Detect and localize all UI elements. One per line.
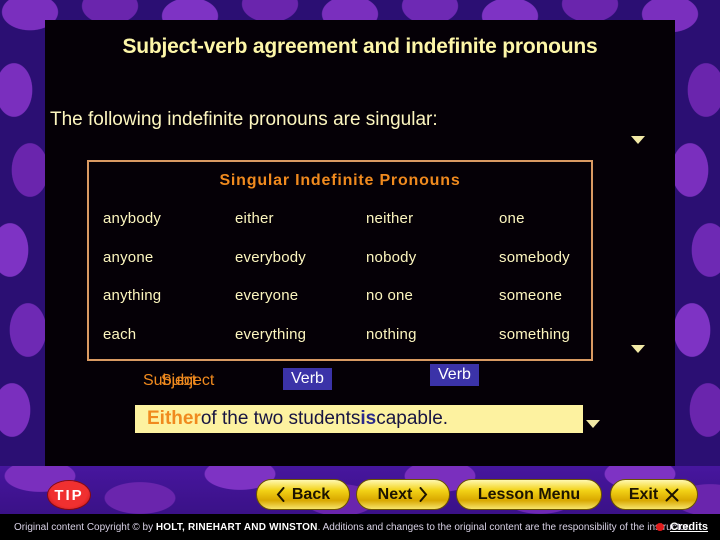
table-cell: somebody [499,249,570,266]
table-cell: either [235,210,274,227]
table-row: anything everyone no one someone [89,287,591,326]
close-icon [665,488,679,501]
verb-label-a: Verb [283,368,332,390]
example-annotation-labels: Subject Subject Verb Verb [45,364,675,404]
table-title: Singular Indefinite Pronouns [219,172,461,189]
next-button[interactable]: Next [356,479,450,510]
singular-indefinite-pronouns-table: Singular Indefinite Pronouns anybody eit… [87,160,593,361]
table-row: each everything nothing something [89,326,591,365]
advance-marker-2[interactable] [631,345,645,353]
back-button[interactable]: Back [256,479,350,510]
advance-marker-1[interactable] [631,136,645,144]
chevron-left-icon [276,487,285,502]
copyright-suffix: . Additions and changes to the original … [317,521,691,533]
lesson-menu-button[interactable]: Lesson Menu [456,479,602,510]
tip-badge[interactable]: TIP [48,481,90,509]
credits-link[interactable]: Credits [670,521,708,533]
table-cell: neither [366,210,414,227]
table-cell: everyone [235,287,299,304]
back-button-label: Back [291,485,331,503]
lesson-menu-button-label: Lesson Menu [477,485,581,503]
table-cell: one [499,210,525,227]
table-cell: anything [103,287,162,304]
table-cell: someone [499,287,563,304]
table-cell: nobody [366,249,417,266]
sentence-middle: of the two students [200,408,361,429]
exit-button-label: Exit [628,485,659,503]
copyright-text: Original content Copyright © by HOLT, RI… [14,522,691,533]
table-cell: anyone [103,249,154,266]
slide-stage: Subject-verb agreement and indefinite pr… [0,0,720,540]
chevron-right-icon [419,487,428,502]
credits-area[interactable]: Credits [656,521,708,533]
table-row: anyone everybody nobody somebody [89,249,591,288]
sentence-verb: is [360,408,377,429]
table-cell: everything [235,326,307,343]
table-cell: each [103,326,137,343]
sentence-tail: capable. [376,408,449,429]
slide-content-panel: Subject-verb agreement and indefinite pr… [45,20,675,466]
copyright-prefix: Original content Copyright © by [14,521,156,533]
table-cell: no one [366,287,414,304]
next-button-label: Next [377,485,413,503]
copyright-footer: Original content Copyright © by HOLT, RI… [0,514,720,540]
verb-label-b: Verb [430,364,479,386]
slide-subtitle: The following indefinite pronouns are si… [50,109,438,130]
bullet-icon [656,523,665,531]
table-cell: everybody [235,249,307,266]
table-row: anybody either neither one [89,210,591,249]
sentence-subject: Either [147,408,201,429]
page-title: Subject-verb agreement and indefinite pr… [122,35,598,58]
table-cell: something [499,326,571,343]
publisher-name: HOLT, RINEHART AND WINSTON [155,521,318,533]
table-cell: nothing [366,326,417,343]
subject-label-b: Subject [161,372,215,389]
exit-button[interactable]: Exit [610,479,698,510]
table-cell: anybody [103,210,162,227]
advance-marker-3[interactable] [586,420,600,428]
example-sentence: Either of the two students is capable. [135,405,583,433]
